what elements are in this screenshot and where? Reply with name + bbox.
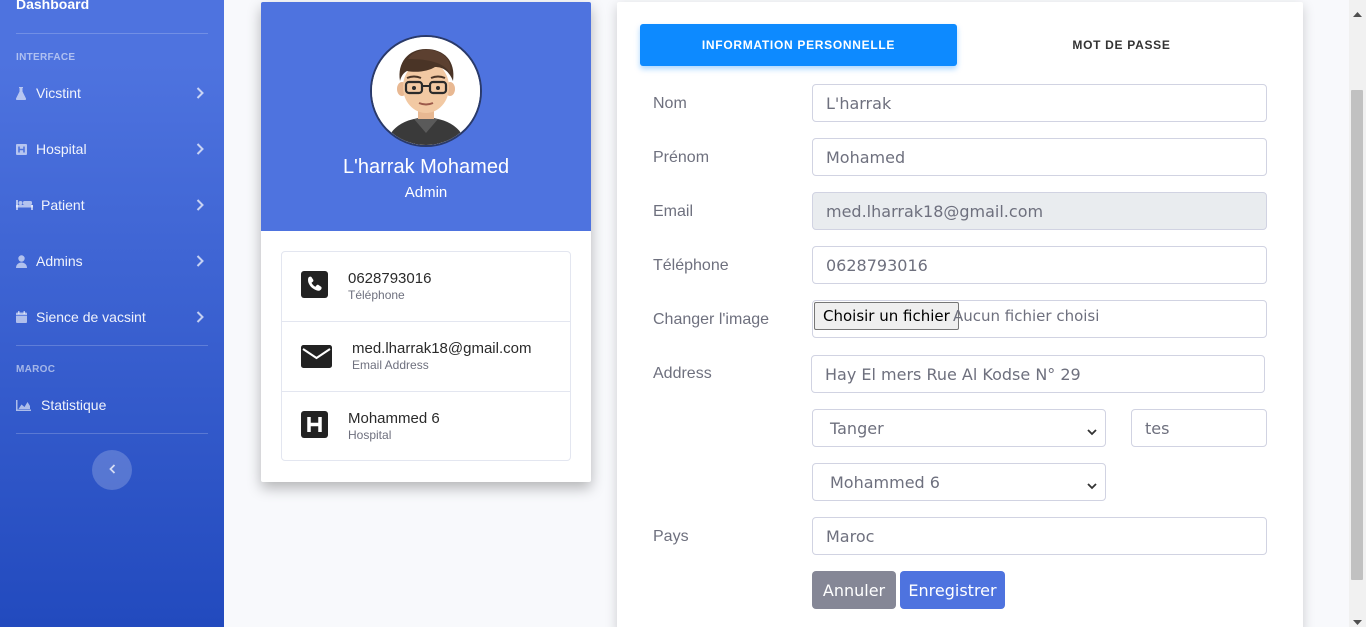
- sidebar-divider: [16, 33, 208, 34]
- postal-field[interactable]: tes: [1131, 409, 1267, 447]
- save-button[interactable]: Enregistrer: [900, 571, 1005, 609]
- sidebar-brand[interactable]: Dashboard: [16, 0, 89, 12]
- page-scrollbar[interactable]: [1349, 0, 1366, 627]
- image-file-input[interactable]: Choisir un fichier Aucun fichier choisi: [812, 300, 1267, 338]
- info-hospital-label: Hospital: [348, 428, 392, 442]
- hospital-select-value: Mohammed 6: [830, 472, 940, 492]
- chevron-right-icon: [196, 310, 204, 326]
- hospital-icon: [16, 143, 36, 155]
- sidebar-item-admins[interactable]: Admins: [16, 249, 208, 273]
- label-telephone: Téléphone: [653, 257, 729, 274]
- city-select-value: Tanger: [830, 418, 884, 438]
- sidebar-divider: [16, 433, 208, 434]
- prenom-field[interactable]: Mohamed: [812, 138, 1267, 176]
- chevron-right-icon: [196, 254, 204, 270]
- chevron-down-icon: [1087, 476, 1097, 495]
- sidebar-toggle-button[interactable]: [92, 450, 132, 490]
- scroll-up-arrow-icon[interactable]: [1353, 4, 1362, 22]
- profile-header: L'harrak Mohamed Admin: [261, 2, 591, 231]
- label-address: Address: [653, 365, 712, 382]
- avatar: [370, 35, 482, 147]
- profile-card: L'harrak Mohamed Admin 0628793016 Téléph…: [261, 2, 591, 482]
- sidebar-item-label: Statistique: [41, 397, 107, 413]
- tab-mot-de-passe[interactable]: MOT DE PASSE: [963, 24, 1280, 66]
- scroll-down-arrow-icon[interactable]: [1353, 613, 1362, 627]
- sidebar-item-label: Admins: [36, 253, 83, 269]
- info-phone-label: Téléphone: [348, 288, 405, 302]
- cancel-button[interactable]: Annuler: [812, 571, 896, 609]
- info-hospital-value: Mohammed 6: [348, 410, 440, 427]
- pays-field[interactable]: Maroc: [812, 517, 1267, 555]
- profile-form-card: INFORMATION PERSONNELLE MOT DE PASSE Nom…: [617, 2, 1303, 627]
- profile-info-list: 0628793016 Téléphone med.lharrak18@gmail…: [281, 251, 571, 461]
- info-email-value: med.lharrak18@gmail.com: [352, 340, 532, 357]
- hospital-select[interactable]: Mohammed 6: [812, 463, 1106, 501]
- sidebar-item-label: Sience de vacsint: [36, 309, 146, 325]
- sidebar-item-statistique[interactable]: Statistique: [16, 393, 208, 417]
- user-icon: [16, 254, 36, 268]
- flask-icon: [16, 86, 36, 100]
- profile-name: L'harrak Mohamed: [342, 156, 510, 178]
- hospital-icon: [301, 411, 328, 443]
- label-changer-image: Changer l'image: [653, 311, 770, 328]
- email-field[interactable]: med.lharrak18@gmail.com: [812, 192, 1267, 230]
- nom-field[interactable]: L'harrak: [812, 84, 1267, 122]
- sidebar-item-label: Patient: [41, 197, 85, 213]
- city-select[interactable]: Tanger: [812, 409, 1106, 447]
- label-prenom: Prénom: [653, 149, 710, 166]
- envelope-icon: [301, 345, 332, 373]
- bed-icon: [16, 200, 41, 210]
- sidebar-item-label: Hospital: [36, 141, 87, 157]
- sidebar-item-hospital[interactable]: Hospital: [16, 137, 208, 161]
- choose-file-button[interactable]: Choisir un fichier: [814, 302, 959, 330]
- tab-information-personnelle[interactable]: INFORMATION PERSONNELLE: [640, 24, 957, 66]
- sidebar-item-vicstint[interactable]: Vicstint: [16, 81, 208, 105]
- info-email-label: Email Address: [352, 358, 429, 372]
- telephone-field[interactable]: 0628793016: [812, 246, 1267, 284]
- info-item-hospital: Mohammed 6 Hospital: [282, 392, 570, 462]
- sidebar: Dashboard INTERFACE Vicstint Hospital Pa…: [0, 0, 224, 627]
- sidebar-heading-interface: INTERFACE: [16, 52, 76, 63]
- info-item-phone: 0628793016 Téléphone: [282, 252, 570, 322]
- chevron-right-icon: [196, 142, 204, 158]
- label-email: Email: [653, 203, 694, 220]
- chevron-left-icon: [108, 461, 116, 479]
- calendar-icon: [16, 311, 36, 323]
- info-phone-value: 0628793016: [348, 270, 432, 287]
- sidebar-divider: [16, 345, 208, 346]
- chevron-down-icon: [1087, 422, 1097, 441]
- file-status: Aucun fichier choisi: [953, 307, 1100, 325]
- address-field[interactable]: Hay El mers Rue Al Kodse N° 29: [811, 355, 1265, 393]
- profile-role: Admin: [404, 184, 448, 201]
- scrollbar-thumb[interactable]: [1351, 90, 1363, 580]
- sidebar-item-patient[interactable]: Patient: [16, 193, 208, 217]
- label-pays: Pays: [653, 528, 689, 545]
- chevron-right-icon: [196, 198, 204, 214]
- chart-area-icon: [16, 399, 41, 411]
- sidebar-heading-maroc: MAROC: [16, 364, 56, 375]
- label-nom: Nom: [653, 95, 687, 112]
- sidebar-item-sience-de-vacsint[interactable]: Sience de vacsint: [16, 305, 208, 329]
- chevron-right-icon: [196, 86, 204, 102]
- sidebar-item-label: Vicstint: [36, 85, 81, 101]
- info-item-email: med.lharrak18@gmail.com Email Address: [282, 322, 570, 392]
- phone-icon: [301, 271, 328, 303]
